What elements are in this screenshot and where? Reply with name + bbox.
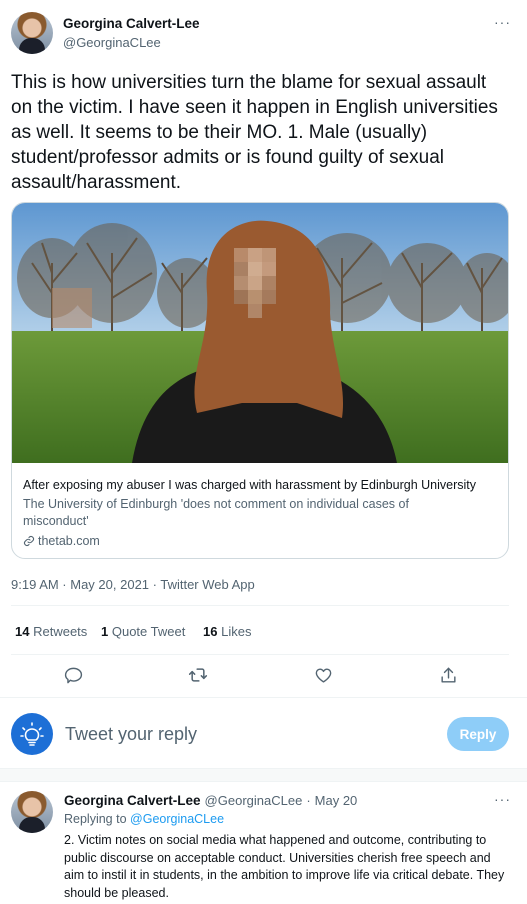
section-gap	[0, 768, 527, 782]
more-icon[interactable]: ···	[494, 14, 511, 30]
retweets-count: 14	[15, 624, 30, 639]
reply-author-avatar[interactable]	[11, 791, 53, 833]
quotes-stat[interactable]: 1 Quote Tweet	[101, 624, 185, 639]
author-avatar[interactable]	[11, 12, 53, 54]
link-card[interactable]: After exposing my abuser I was charged w…	[11, 202, 509, 559]
reply-input[interactable]: Tweet your reply	[65, 724, 425, 745]
author-name[interactable]: Georgina Calvert-Lee	[63, 16, 200, 31]
card-title: After exposing my abuser I was charged w…	[23, 478, 476, 492]
lightbulb-avatar-icon	[11, 713, 53, 755]
reply-date[interactable]: May 20	[315, 793, 358, 808]
replying-to: Replying to @GeorginaCLee	[64, 812, 224, 826]
likes-label: Likes	[221, 624, 252, 639]
retweets-stat[interactable]: 14 Retweets	[15, 624, 87, 639]
retweets-label: Retweets	[33, 624, 88, 639]
card-domain: thetab.com	[38, 534, 100, 548]
more-icon[interactable]: ···	[494, 791, 511, 807]
share-icon[interactable]	[433, 660, 463, 690]
reply-author-name[interactable]: Georgina Calvert-Lee	[64, 793, 201, 808]
quotes-label: Quote Tweet	[111, 624, 186, 639]
tweet-timestamp[interactable]: 9:19 AM · May 20, 2021 · Twitter Web App	[11, 577, 255, 592]
author-handle[interactable]: @GeorginaCLee	[63, 35, 161, 50]
like-icon[interactable]	[308, 660, 338, 690]
divider	[11, 605, 509, 606]
divider	[0, 697, 527, 698]
reply-icon[interactable]	[58, 660, 88, 690]
replying-to-label: Replying to	[64, 812, 127, 826]
card-domain-row: thetab.com	[23, 534, 100, 548]
quotes-count: 1	[101, 624, 109, 639]
reply-button[interactable]: Reply	[447, 717, 509, 751]
reply-header: Georgina Calvert-Lee @GeorginaCLee · May…	[64, 793, 357, 808]
reply-separator: ·	[306, 793, 311, 808]
likes-stat[interactable]: 16 Likes	[203, 624, 251, 639]
reply-text: 2. Victim notes on social media what hap…	[64, 833, 505, 900]
link-icon	[23, 535, 35, 547]
likes-count: 16	[203, 624, 218, 639]
replying-to-handle[interactable]: @GeorginaCLee	[130, 812, 224, 826]
card-image	[12, 203, 508, 463]
divider	[11, 654, 509, 655]
retweet-icon[interactable]	[183, 660, 213, 690]
card-description: The University of Edinburgh 'does not co…	[23, 497, 409, 528]
reply-author-handle[interactable]: @GeorginaCLee	[205, 793, 303, 808]
tweet-text: This is how universities turn the blame …	[11, 72, 498, 193]
